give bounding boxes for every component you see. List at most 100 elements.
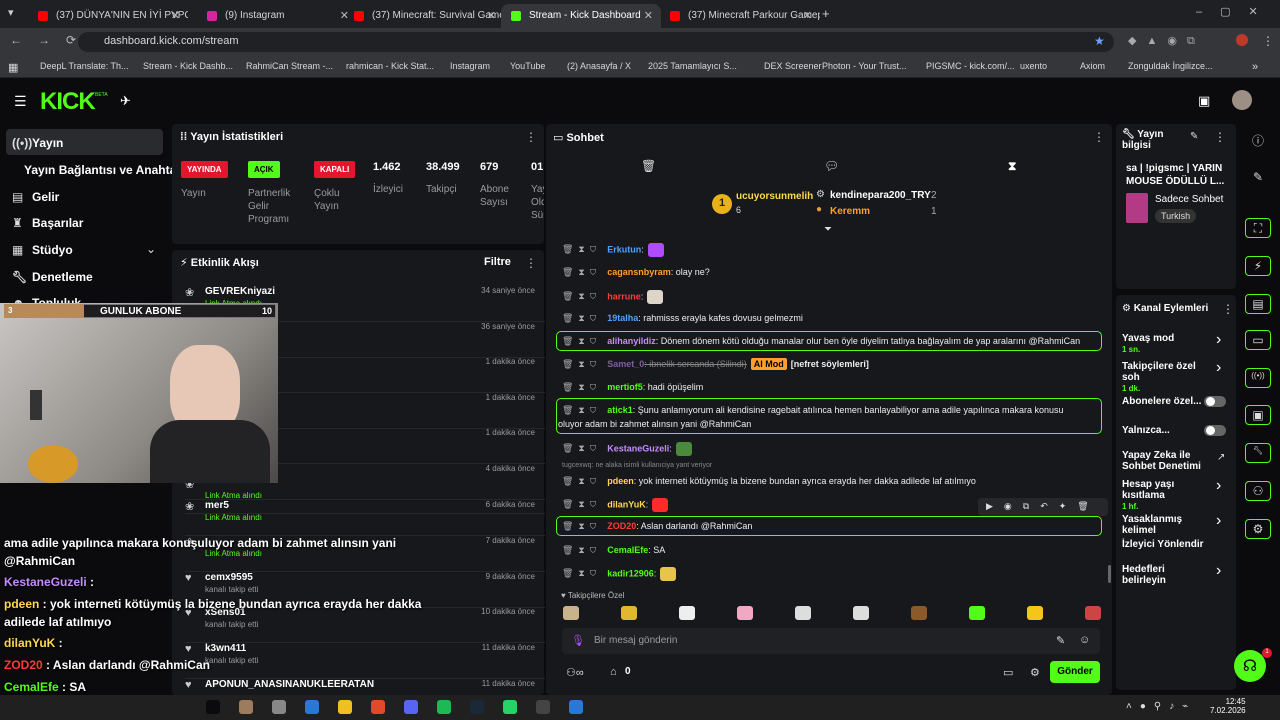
activity-row[interactable]: ♥ xSens01 kanalı takip etti 10 dakika önce	[185, 607, 545, 643]
channel-action-item[interactable]: Hesap yaşı kısıtlama 1 hf.	[1122, 479, 1210, 512]
edit-icon[interactable]: ✎	[1190, 131, 1198, 142]
emote-picker-icon[interactable]	[795, 606, 811, 620]
apps-grid-icon[interactable]: ▦	[8, 61, 18, 74]
chat-message[interactable]: 🗑︎⧗⛉ KestaneGuzeli:	[562, 442, 692, 456]
taskbar-app-icon[interactable]	[338, 700, 352, 714]
chat-username[interactable]: 19talha	[607, 313, 638, 323]
support-chat-icon[interactable]: ☊	[1234, 650, 1266, 682]
emote-picker-icon[interactable]	[853, 606, 869, 620]
taskbar-app-icon[interactable]	[569, 700, 583, 714]
browser-tab[interactable]: Stream - Kick Dashboard ✕	[501, 4, 661, 28]
new-tab-button[interactable]: +	[822, 6, 830, 21]
browser-tab[interactable]: (37) Minecraft Parkour Gamepl ✕	[660, 4, 820, 28]
browser-tab[interactable]: (37) DÜNYA'NIN EN İYİ PVPCİSİ✕	[28, 4, 188, 28]
mod-actions[interactable]: 🗑︎⧗⛉	[562, 568, 601, 578]
mod-actions[interactable]: 🗑︎⧗⛉	[562, 244, 601, 254]
chat-message[interactable]: 🗑︎⧗⛉ alihanyildiz: Dönem dönem kötü olduğ…	[562, 336, 1080, 347]
bookmark-item[interactable]: Instagram	[450, 61, 490, 71]
taskbar-app-icon[interactable]	[272, 700, 286, 714]
kick-logo[interactable]: KICK	[40, 88, 96, 116]
menu-icon[interactable]: ⋮	[1262, 34, 1274, 48]
channel-action-item[interactable]: Takipçilere özel soh 1 dk.	[1122, 361, 1210, 394]
taskbar-app-icon[interactable]	[239, 700, 253, 714]
taskbar-app-icon[interactable]	[371, 700, 385, 714]
user-avatar[interactable]	[1232, 90, 1252, 110]
trash-icon[interactable]: 🗑︎	[641, 159, 656, 173]
bookmark-item[interactable]: DEX Screener	[764, 61, 822, 71]
mod-actions[interactable]: 🗑︎⧗⛉	[562, 291, 601, 301]
emoji-icon[interactable]: ☺	[1079, 634, 1090, 646]
chat-username[interactable]: dilanYuK	[607, 499, 646, 509]
chat-username[interactable]: atick1	[607, 405, 633, 415]
mod-actions[interactable]: 🗑︎⧗⛉	[562, 313, 601, 323]
bookmark-item[interactable]: rahmican - Kick Stat...	[346, 61, 434, 71]
window-controls[interactable]: –▢✕	[1196, 5, 1276, 18]
taskbar-app-icon[interactable]	[206, 700, 220, 714]
taskbar-app-icon[interactable]	[404, 700, 418, 714]
channel-action-item[interactable]: Yapay Zeka ile Sohbet Denetimi	[1122, 450, 1210, 472]
bookmark-item[interactable]: DeepL Translate: Th...	[40, 61, 129, 71]
mod-actions[interactable]: 🗑︎⧗⛉	[562, 359, 601, 369]
emote-picker-icon[interactable]	[563, 606, 579, 620]
chat-message[interactable]: 🗑︎⧗⛉ cagansnbyram: olay ne?	[562, 267, 710, 278]
activity-menu-icon[interactable]: ⋮	[525, 256, 537, 270]
chat-scrollbar[interactable]	[1108, 565, 1111, 583]
users-icon[interactable]: ⚇	[1245, 481, 1271, 501]
chat-message[interactable]: 🗑︎⧗⛉ ZOD20: Aslan darlandı @RahmiCan	[562, 521, 752, 532]
leader3-name[interactable]: Keremm	[830, 206, 870, 217]
activity-row[interactable]: ♥ k3wn411 kanalı takip etti 11 dakika önce	[185, 643, 545, 679]
bookmark-item[interactable]: 2025 Tamamlayıcı S...	[648, 61, 737, 71]
mod-actions[interactable]: 🗑︎⧗⛉	[562, 545, 601, 555]
channel-action-item[interactable]: Abonelere özel...	[1122, 396, 1210, 407]
toggle-switch[interactable]	[1204, 396, 1226, 407]
chat-username[interactable]: Erkutun	[607, 244, 641, 254]
mod-actions[interactable]: 🗑︎⧗⛉	[562, 382, 601, 392]
bookmark-item[interactable]: Stream - Kick Dashb...	[143, 61, 233, 71]
nav-basarilar[interactable]: ♜ Başarılar	[12, 216, 83, 230]
activity-row[interactable]: ❀ mer5 Link Atma alındı 6 dakika önce	[185, 500, 545, 536]
chat-username[interactable]: CemalEfe	[607, 545, 648, 555]
mod-tools-popup[interactable]: ▶◉⧉↶✦🗑︎	[978, 498, 1108, 516]
emote-picker-icon[interactable]	[621, 606, 637, 620]
taskbar-app-icon[interactable]	[503, 700, 517, 714]
chat-bubble-icon[interactable]: ▭	[1245, 330, 1271, 350]
bookmark-item[interactable]: (2) Anasayfa / X	[567, 61, 631, 71]
chat-message[interactable]: 🗑︎⧗⛉ Erkutun:	[562, 243, 664, 257]
mod-actions[interactable]: 🗑︎⧗⛉	[562, 405, 601, 415]
gear-icon[interactable]: ⚙	[1030, 666, 1040, 679]
channel-action-item[interactable]: Yalnızca...	[1122, 425, 1210, 436]
emote-picker-icon[interactable]	[1027, 606, 1043, 620]
emote-picker-icon[interactable]	[679, 606, 695, 620]
nav-gelir[interactable]: ▤ Gelir	[12, 190, 59, 204]
mod-actions[interactable]: 🗑︎⧗⛉	[562, 476, 601, 486]
taskbar-app-icon[interactable]	[437, 700, 451, 714]
taskbar-app-icon[interactable]	[305, 700, 319, 714]
filter-button[interactable]: Filtre	[484, 256, 511, 268]
bookmark-item[interactable]: PIGSMC - kick.com/...	[926, 61, 1015, 71]
chat-message[interactable]: 🗑︎⧗⛉ CemalEfe: SA	[562, 545, 665, 556]
chat-message[interactable]: 🗑︎⧗⛉ mertiof5: hadi öpüşelim	[562, 382, 703, 393]
extension-icons[interactable]: ◆▲◉⧉	[1128, 34, 1205, 48]
browser-tab[interactable]: (37) Minecraft: Survival Gamesi ✕	[344, 4, 504, 28]
pin-icon[interactable]: ✈	[120, 93, 131, 109]
mod-actions[interactable]: 🗑︎⧗⛉	[562, 443, 601, 453]
translate-icon[interactable]: ✎	[1056, 634, 1065, 647]
nav-yayin[interactable]: ((•))Yayın	[12, 136, 63, 150]
bookmark-item[interactable]: RahmiCan Stream -...	[246, 61, 333, 71]
chevron-right-icon[interactable]: ›	[1216, 562, 1221, 580]
chat-username[interactable]: harrune	[607, 291, 641, 301]
pencil-icon[interactable]: ✎	[1245, 170, 1271, 190]
external-link-icon[interactable]: ↗	[1217, 452, 1225, 463]
stats-menu-icon[interactable]: ⋮	[525, 130, 537, 144]
nav-denetleme[interactable]: 🔧︎ Denetleme	[12, 270, 93, 284]
hamburger-icon[interactable]: ☰	[14, 93, 27, 110]
chat-message[interactable]: 🗑︎⧗⛉ Samet_0: ibnelik sercanda (Silindi) A…	[562, 358, 869, 370]
bolt-icon[interactable]: ⚡︎	[1245, 256, 1271, 276]
chat-settings-bubble-icon[interactable]: ▭	[1003, 666, 1013, 679]
tab-close-icon[interactable]: ✕	[644, 9, 653, 22]
mod-actions[interactable]: 🗑︎⧗⛉	[562, 267, 601, 277]
info-icon[interactable]: ⓘ	[1245, 132, 1271, 152]
taskbar-app-icon[interactable]	[536, 700, 550, 714]
tab-close-icon[interactable]: ✕	[171, 9, 180, 22]
emote-picker-icon[interactable]	[969, 606, 985, 620]
